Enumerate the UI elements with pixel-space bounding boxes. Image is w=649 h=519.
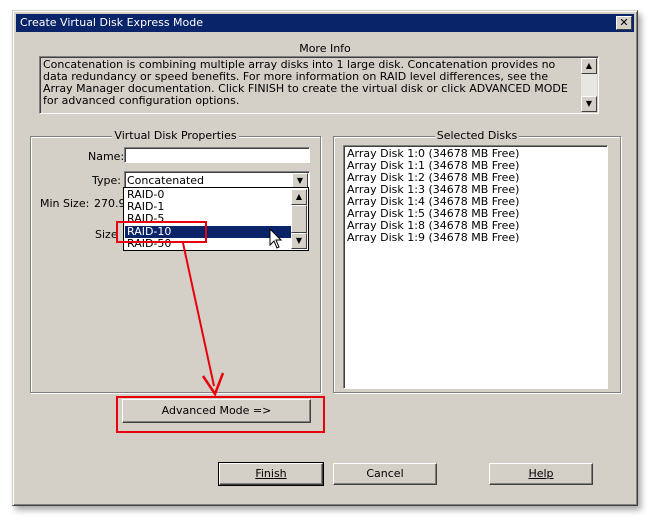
annotation-arrow-icon	[182, 242, 225, 397]
annotation-highlight-advanced	[116, 396, 325, 433]
